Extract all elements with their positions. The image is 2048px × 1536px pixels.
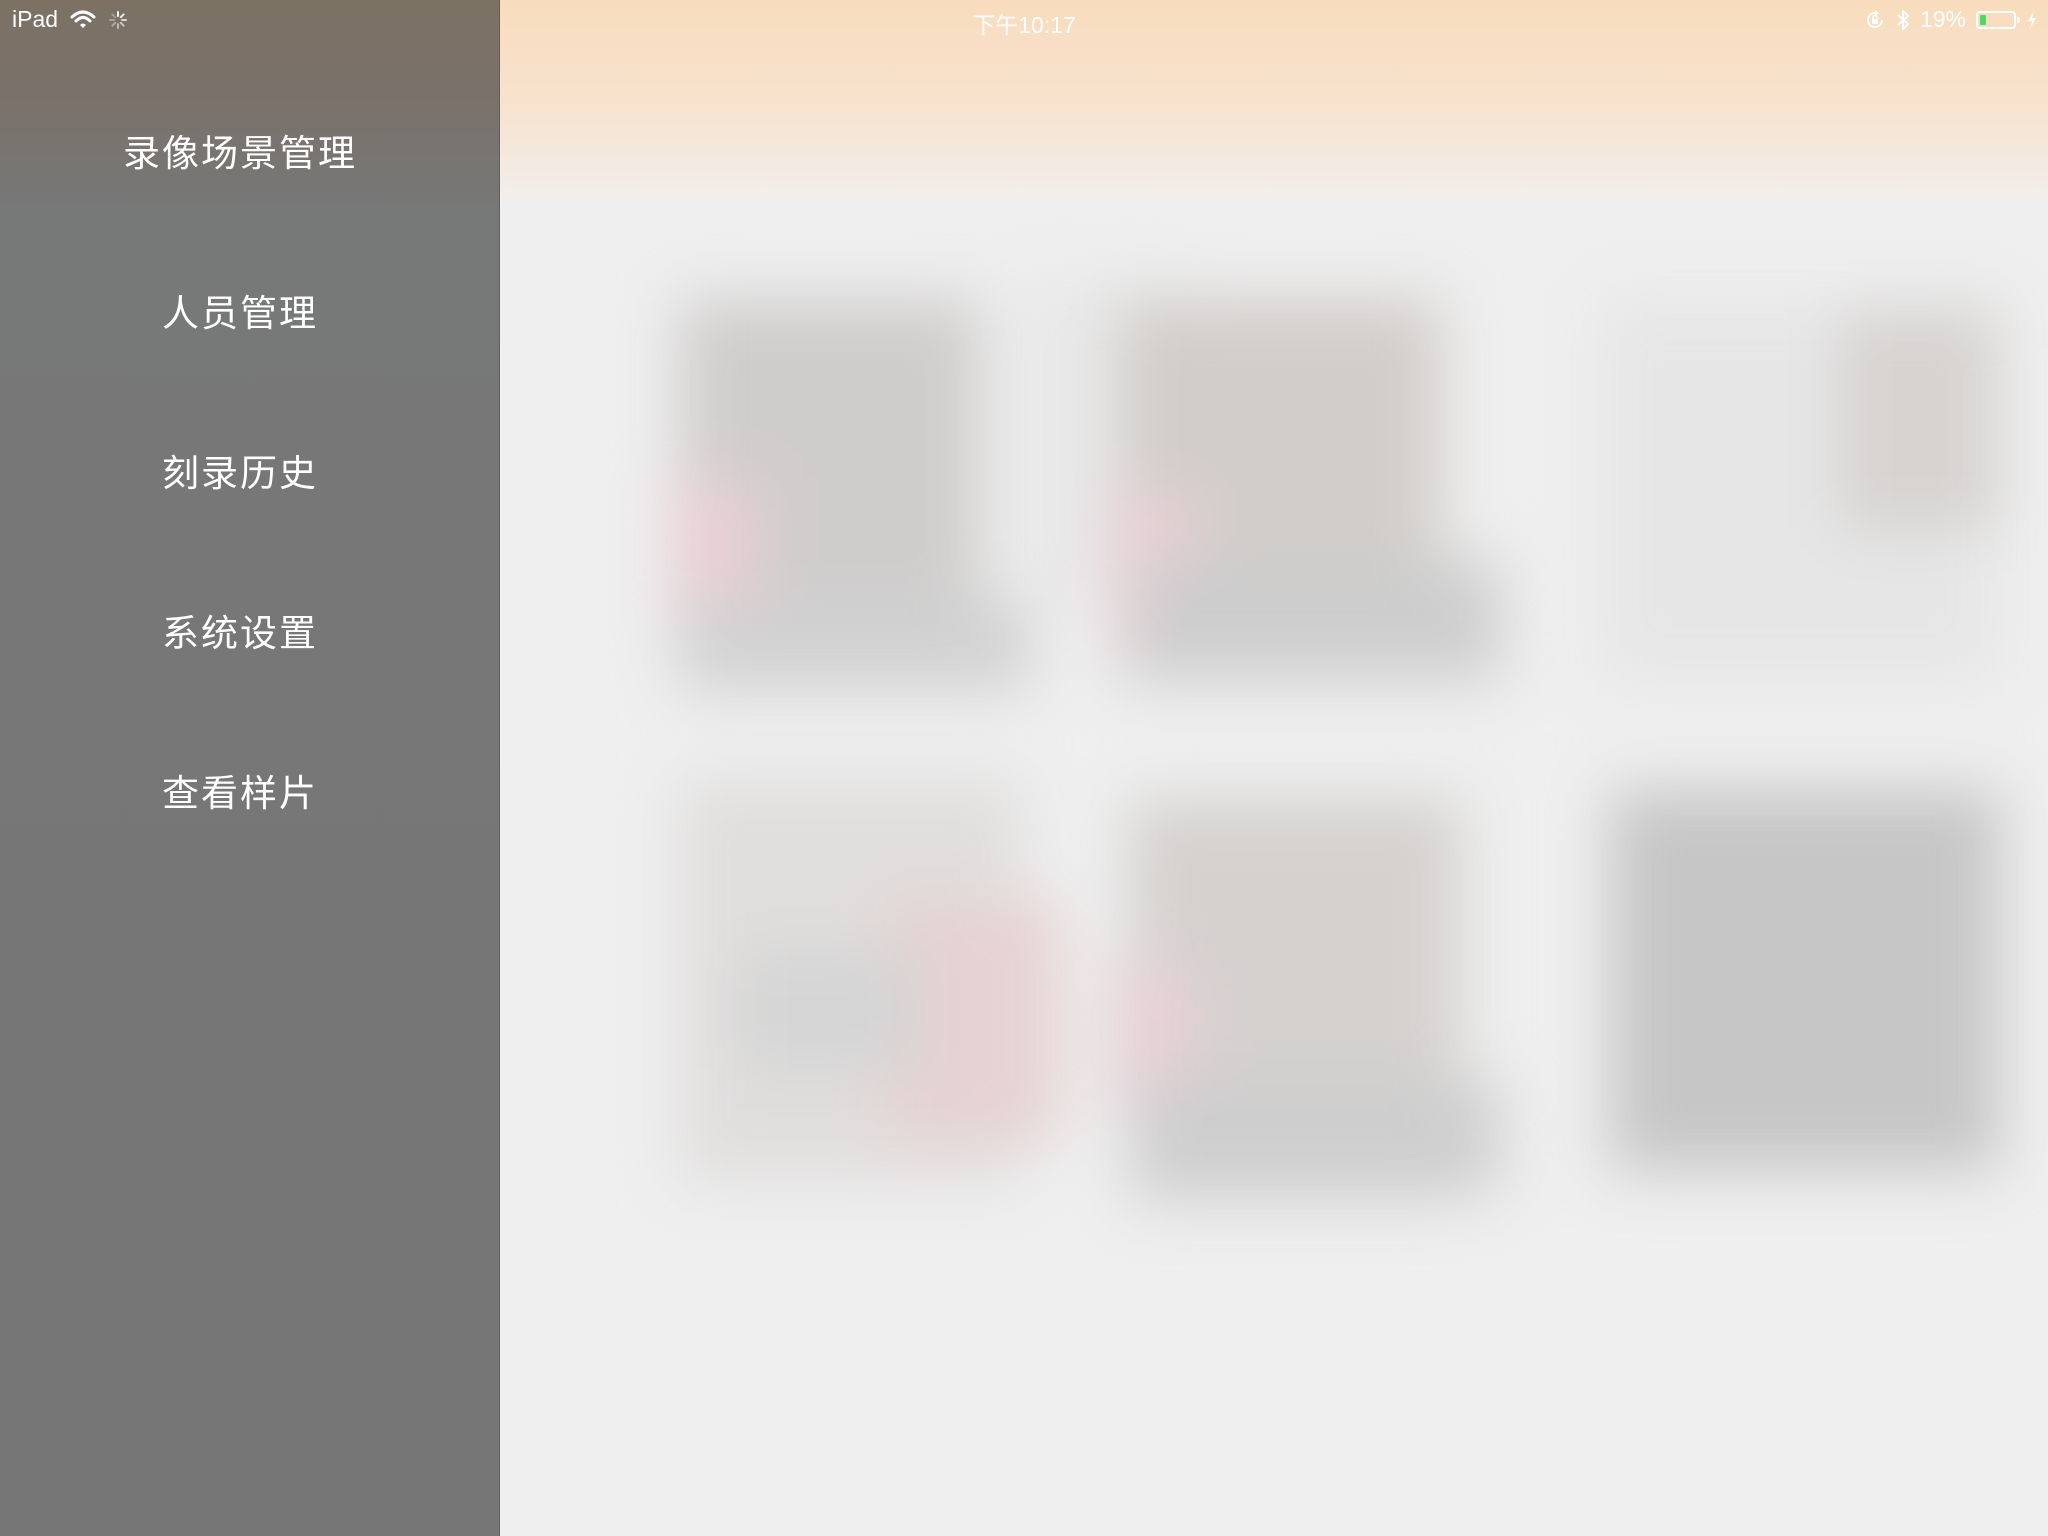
sidebar-item-personnel-management[interactable]: 人员管理 [0, 265, 480, 355]
blurred-card-footer [1140, 1080, 1500, 1190]
rotation-lock-icon [1864, 9, 1886, 31]
sidebar-item-label: 人员管理 [162, 292, 318, 335]
sidebar-item-label: 系统设置 [162, 612, 318, 655]
sidebar-item-label: 录像场景管理 [123, 132, 357, 175]
blurred-card [1610, 790, 2000, 1170]
charging-bolt-icon [2026, 10, 2038, 30]
bluetooth-icon [1896, 9, 1910, 31]
sidebar-item-system-settings[interactable]: 系统设置 [0, 585, 480, 675]
battery-percent: 19% [1919, 6, 1966, 32]
sidebar-item-label: 查看样片 [162, 772, 318, 815]
sidebar-item-burn-history[interactable]: 刻录历史 [0, 425, 480, 515]
blurred-card-footer [740, 950, 920, 1070]
sidebar-item-label: 刻录历史 [162, 452, 318, 495]
status-bar: iPad 下午10:17 19% [0, 0, 2048, 40]
blurred-card-highlight [1840, 310, 2000, 530]
battery-level-fill [1980, 14, 1986, 25]
blurred-card-footer [1140, 560, 1500, 680]
blurred-card-footer [680, 600, 1030, 690]
battery-nub [2017, 16, 2020, 23]
status-time: 下午10:17 [972, 12, 1076, 38]
blurred-card-grid [500, 0, 2048, 1536]
sidebar-item-view-samples[interactable]: 查看样片 [0, 745, 480, 835]
main-content-blurred [500, 0, 2048, 1536]
battery-icon [1976, 10, 2020, 29]
sidebar-menu: 录像场景管理 人员管理 刻录历史 系统设置 查看样片 [0, 0, 500, 1536]
sidebar-item-recording-scene-management[interactable]: 录像场景管理 [0, 105, 480, 195]
